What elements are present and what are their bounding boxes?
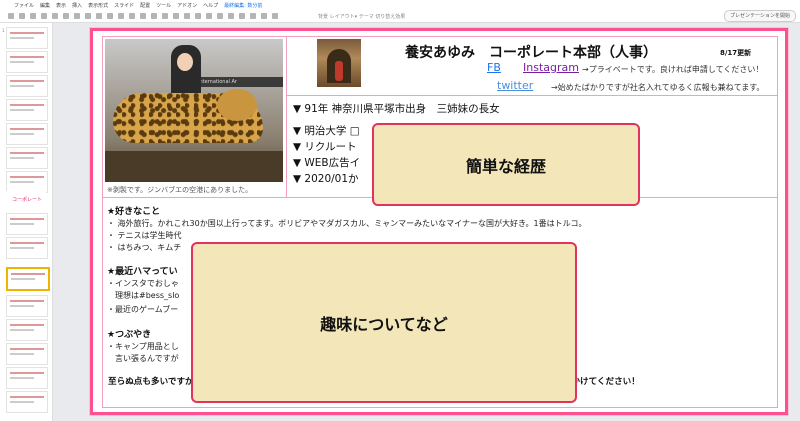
clear-format-icon[interactable] (272, 13, 278, 19)
shape-icon[interactable] (107, 13, 113, 19)
edit-status[interactable]: 最終編集: 数分前 (224, 2, 262, 9)
menu-file[interactable]: ファイル (14, 2, 34, 9)
slide-thumbnail[interactable] (6, 343, 48, 365)
career-line: ▼ 明治大学 □ (293, 125, 360, 137)
indent-icon[interactable] (261, 13, 267, 19)
bulleted-list-icon[interactable] (239, 13, 245, 19)
slide-thumbnail[interactable] (6, 123, 48, 145)
murmur-title: ★つぶやき (107, 330, 152, 340)
text-color-icon[interactable] (173, 13, 179, 19)
toolbar-buttons (8, 13, 278, 19)
menu-list: ファイル 編集 表示 挿入 表示形式 スライド 配置 ツール アドオン ヘルプ … (14, 2, 262, 9)
line-icon[interactable] (118, 13, 124, 19)
paint-format-icon[interactable] (52, 13, 58, 19)
header-cell[interactable]: 養安あゆみ コーポレート本部（人事） 8/17更新 FB Instagram →… (287, 37, 777, 96)
slide-number: 1 (2, 28, 5, 33)
toolbar: 背景 レイアウト▾ テーマ 切り替え効果 プレゼンテーションを開始 (0, 10, 800, 23)
photo-ground (105, 151, 283, 182)
likes-title: ★好きなこと (107, 207, 161, 217)
comment-icon[interactable] (206, 13, 212, 19)
new-slide-icon[interactable] (8, 13, 14, 19)
slide[interactable]: International Ar ※剥製です。ジンバブエの空港にありました。 養… (90, 28, 788, 415)
slide-canvas[interactable]: International Ar ※剥製です。ジンバブエの空港にありました。 養… (53, 23, 800, 421)
image-icon[interactable] (96, 13, 102, 19)
twitter-link[interactable]: twitter (497, 79, 533, 92)
slide-thumbnail[interactable] (6, 51, 48, 73)
slide-thumbnail[interactable] (6, 171, 48, 193)
profile-table[interactable]: International Ar ※剥製です。ジンバブエの空港にありました。 養… (102, 36, 778, 408)
slide-thumbnail[interactable] (6, 237, 48, 259)
italic-icon[interactable] (151, 13, 157, 19)
menu-view[interactable]: 表示 (56, 2, 66, 9)
menu-help[interactable]: ヘルプ (203, 2, 218, 9)
instagram-note: →プライベートです。良ければ申請してください！ (582, 65, 764, 74)
slide-thumbnail[interactable]: コーポレート (6, 191, 46, 211)
recent-item: ・インスタでおしゃ (107, 279, 179, 288)
line-spacing-icon[interactable] (228, 13, 234, 19)
photo-caption: ※剥製です。ジンバブエの空港にありました。 (107, 186, 253, 194)
menu-format[interactable]: 表示形式 (88, 2, 108, 9)
highlight-icon[interactable] (184, 13, 190, 19)
zoom-icon[interactable] (63, 13, 69, 19)
align-icon[interactable] (217, 13, 223, 19)
menu-edit[interactable]: 編集 (40, 2, 50, 9)
select-icon[interactable] (74, 13, 80, 19)
slide-thumbnail[interactable] (6, 295, 48, 317)
fb-link[interactable]: FB (487, 61, 501, 74)
career-line: ▼ 2020/01か (293, 173, 359, 185)
slide-thumbnail-selected[interactable] (6, 267, 50, 291)
redo-icon[interactable] (30, 13, 36, 19)
slide-thumbnail[interactable]: 1 (2, 27, 48, 49)
twitter-note: →始めたばかりですが社名入れてゆるく広報も兼ねてます。 (551, 83, 765, 92)
employee-name: 養安あゆみ コーポレート本部（人事） (405, 45, 657, 61)
person-face (177, 53, 193, 71)
menu-insert[interactable]: 挿入 (72, 2, 82, 9)
link-icon[interactable] (195, 13, 201, 19)
slide-thumbnail[interactable] (6, 147, 48, 169)
slide-thumbnail[interactable] (6, 319, 48, 341)
instagram-link[interactable]: Instagram (523, 61, 579, 74)
slide-filmstrip[interactable]: 1 コーポレート (0, 23, 53, 421)
text-box-icon[interactable] (85, 13, 91, 19)
slide-thumbnail[interactable] (6, 75, 48, 97)
photo-cell[interactable]: International Ar ※剥製です。ジンバブエの空港にありました。 (103, 37, 287, 198)
font-icon[interactable] (129, 13, 135, 19)
print-icon[interactable] (41, 13, 47, 19)
career-callout[interactable]: 簡単な経歴 (372, 123, 640, 206)
avatar-figure (335, 61, 343, 81)
present-button[interactable]: プレゼンテーションを開始 (724, 10, 796, 22)
likes-item: ・ テニスは学生時代 (107, 231, 182, 240)
toolbar-hint[interactable]: 背景 レイアウト▾ テーマ 切り替え効果 (318, 13, 405, 20)
slide-thumbnail[interactable] (6, 391, 48, 413)
leopard-photo[interactable]: International Ar (105, 39, 283, 182)
menu-arrange[interactable]: 配置 (140, 2, 150, 9)
recent-title: ★最近ハマってい (107, 267, 178, 277)
thumb-logo-text: コーポレート (12, 197, 43, 203)
airport-sign: International Ar (195, 77, 283, 87)
hobby-callout[interactable]: 趣味についてなど (191, 242, 577, 403)
menu-tools[interactable]: ツール (156, 2, 171, 9)
murmur-item: 言い張るんですが (107, 354, 179, 363)
leopard-head (217, 89, 257, 121)
menu-addons[interactable]: アドオン (177, 2, 197, 9)
slide-thumbnail[interactable] (6, 213, 48, 235)
numbered-list-icon[interactable] (250, 13, 256, 19)
updated-date: 8/17更新 (720, 49, 752, 57)
slide-thumbnail[interactable] (6, 367, 48, 389)
career-line: ▼ 91年 神奈川県平塚市出身 三姉妹の長女 (293, 103, 500, 115)
likes-item: ・ 海外旅行。かれこれ30か国以上行ってます。ボリビアやマダガスカル、ミャンマー… (107, 219, 587, 228)
recent-item: 理想は#bess_slo (107, 291, 180, 300)
menu-bar: ファイル 編集 表示 挿入 表示形式 スライド 配置 ツール アドオン ヘルプ … (0, 0, 800, 10)
career-line: ▼ リクルート (293, 141, 357, 153)
avatar-photo[interactable] (317, 39, 361, 87)
career-line: ▼ WEB広告イ (293, 157, 361, 169)
bold-icon[interactable] (140, 13, 146, 19)
recent-item: ・最近のゲームブー (107, 305, 179, 314)
menu-slide[interactable]: スライド (114, 2, 134, 9)
underline-icon[interactable] (162, 13, 168, 19)
undo-icon[interactable] (19, 13, 25, 19)
slide-thumbnail[interactable] (6, 99, 48, 121)
